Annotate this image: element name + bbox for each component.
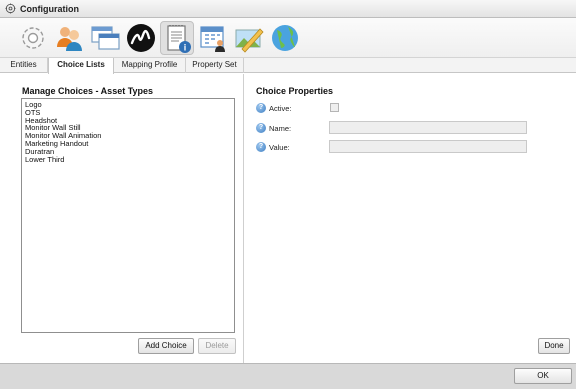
tab-mapping-profile[interactable]: Mapping Profile: [114, 58, 186, 73]
windows-icon: [91, 26, 120, 50]
document-info-icon: i: [167, 25, 191, 53]
dialog-footer: OK: [0, 363, 576, 389]
image-pencil-icon: [235, 28, 264, 53]
value-field[interactable]: [329, 140, 527, 153]
list-item[interactable]: Lower Third: [25, 155, 231, 164]
list-item[interactable]: Logo: [25, 101, 231, 109]
list-item[interactable]: Marketing Handout: [25, 140, 231, 148]
value-label: Value:: [269, 142, 290, 152]
active-checkbox[interactable]: [330, 103, 339, 112]
help-icon[interactable]: ?: [256, 123, 266, 133]
tab-entities[interactable]: Entities: [0, 58, 48, 73]
help-icon[interactable]: ?: [256, 142, 266, 152]
add-choice-button[interactable]: Add Choice: [138, 338, 194, 354]
delete-button[interactable]: Delete: [198, 338, 236, 354]
users-tool[interactable]: [52, 21, 86, 55]
help-icon[interactable]: ?: [256, 103, 266, 113]
choice-properties-heading: Choice Properties: [256, 86, 334, 96]
logo-icon: [127, 24, 155, 52]
window-titlebar: Configuration: [0, 0, 576, 18]
calendar-user-icon: [200, 26, 225, 52]
active-label: Active:: [269, 103, 292, 113]
value-row: ? Value:: [256, 140, 290, 154]
toolbar: i: [0, 18, 576, 58]
ok-button[interactable]: OK: [514, 368, 572, 384]
tab-choice-lists[interactable]: Choice Lists: [48, 58, 114, 74]
gear-icon: [22, 27, 44, 49]
tab-property-set[interactable]: Property Set: [186, 58, 244, 73]
globe-tool[interactable]: [268, 21, 302, 55]
done-button[interactable]: Done: [538, 338, 570, 354]
gear-icon: [5, 3, 16, 14]
window-title: Configuration: [20, 3, 79, 14]
gear-settings-tool[interactable]: [16, 21, 50, 55]
name-label: Name:: [269, 123, 292, 133]
active-row: ? Active:: [256, 101, 292, 115]
name-row: ? Name:: [256, 121, 291, 135]
users-icon: [57, 27, 82, 51]
windows-tool[interactable]: [88, 21, 122, 55]
globe-icon: [272, 25, 298, 51]
brand-logo-tool[interactable]: [124, 21, 158, 55]
name-field[interactable]: [329, 121, 527, 134]
choices-listbox[interactable]: Logo OTS Headshot Monitor Wall Still Mon…: [21, 98, 235, 333]
tab-strip: Entities Choice Lists Mapping Profile Pr…: [0, 58, 576, 74]
document-info-tool[interactable]: i: [160, 21, 194, 55]
image-edit-tool[interactable]: [232, 21, 266, 55]
panel-divider: [243, 74, 244, 364]
svg-text:i: i: [184, 43, 187, 53]
manage-choices-heading: Manage Choices - Asset Types: [22, 86, 154, 96]
calendar-user-tool[interactable]: [196, 21, 230, 55]
